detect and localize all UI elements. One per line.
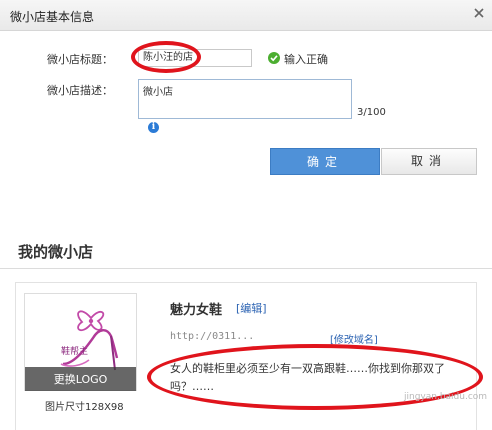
logo-brand-text: 鞋帮主 (61, 345, 88, 357)
confirm-button[interactable]: 确定 (270, 148, 380, 175)
info-icon[interactable]: i (148, 122, 159, 133)
divider (0, 268, 492, 269)
shop-title-label: 微小店标题： (47, 53, 113, 66)
shop-name: 魅力女鞋 (170, 303, 223, 318)
char-counter: 3/100 (357, 107, 386, 118)
panel-title: 我的微小店 (18, 243, 94, 261)
edit-link[interactable]: [编辑] (236, 300, 267, 316)
dialog-titlebar: 微小店基本信息 (0, 0, 492, 31)
shop-desc-textarea[interactable]: 微小店 (138, 79, 352, 119)
check-icon (268, 52, 280, 64)
close-icon[interactable] (472, 6, 486, 20)
shop-url[interactable]: http://0311... (170, 331, 254, 342)
annotation-ring-title (131, 41, 201, 73)
cancel-button[interactable]: 取消 (381, 148, 477, 175)
dialog-title: 微小店基本信息 (10, 10, 95, 24)
logo-size-hint: 图片尺寸128X98 (45, 402, 124, 413)
shop-desc-label: 微小店描述： (47, 84, 113, 97)
watermark: jingyan.baidu.com (404, 392, 488, 402)
change-logo-button[interactable]: 更换LOGO (25, 371, 136, 387)
validation-message: 输入正确 (284, 53, 328, 66)
